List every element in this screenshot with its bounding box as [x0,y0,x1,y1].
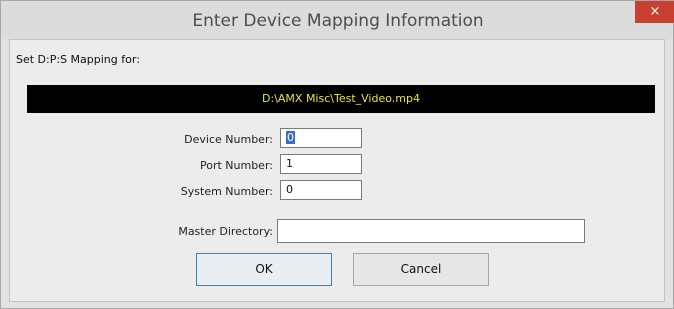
file-path-display: D:\AMX Misc\Test_Video.mp4 [27,85,655,113]
mapping-label: Set D:P:S Mapping for: [16,53,140,66]
device-number-input[interactable]: 0 [280,128,362,148]
close-icon: × [649,4,661,19]
system-number-label: System Number: [180,185,273,198]
cancel-button[interactable]: Cancel [353,253,489,286]
port-number-label: Port Number: [199,159,273,172]
master-directory-label: Master Directory: [178,225,273,238]
master-directory-input[interactable] [277,219,585,243]
close-button[interactable]: × [635,1,674,23]
system-number-value: 0 [286,183,293,196]
dialog-window: Enter Device Mapping Information × Set D… [0,0,674,309]
port-number-input[interactable]: 1 [280,154,362,174]
device-number-label: Device Number: [184,133,273,146]
port-number-value: 1 [286,157,293,170]
dialog-title: Enter Device Mapping Information [192,11,484,31]
device-number-value: 0 [286,131,295,144]
ok-button[interactable]: OK [196,253,332,286]
system-number-input[interactable]: 0 [280,180,362,200]
